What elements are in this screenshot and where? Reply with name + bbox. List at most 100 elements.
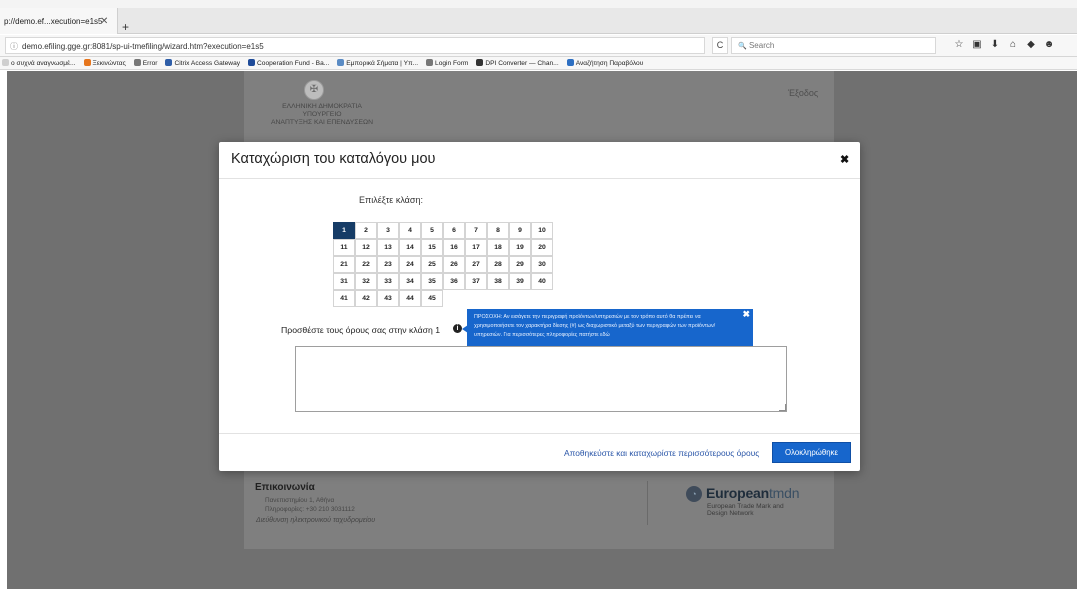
- bookmark-favicon-icon: [165, 59, 173, 66]
- new-tab-button[interactable]: +: [122, 21, 129, 33]
- class-cell-25[interactable]: 25: [421, 256, 443, 273]
- class-cell-23[interactable]: 23: [377, 256, 399, 273]
- site-info-icon[interactable]: ⓘ: [10, 42, 18, 51]
- modal-title: Καταχώριση του καταλόγου μου: [231, 151, 436, 167]
- bookmark-favicon-icon: [83, 59, 91, 66]
- choose-class-label: Επιλέξτε κλάση:: [359, 195, 423, 205]
- etmdn-subtitle: European Trade Mark and Design Network: [707, 503, 817, 517]
- home-icon[interactable]: ⌂: [1004, 39, 1022, 50]
- search-icon: 🔍: [738, 43, 747, 50]
- bookmarks-bar: ο συχνά αναγνωσμέ... Ξεκινώντας Error Citri…: [0, 57, 1077, 70]
- class-cell-39[interactable]: 39: [509, 273, 531, 290]
- account-icon[interactable]: ☻: [1040, 39, 1058, 50]
- pocket-icon[interactable]: ◆: [1022, 39, 1040, 50]
- info-icon[interactable]: i: [453, 324, 462, 333]
- class-cell-6[interactable]: 6: [443, 222, 465, 239]
- etmdn-subtitle-line: Design Network: [707, 510, 754, 517]
- bookmark-star-icon[interactable]: ☆: [950, 39, 968, 50]
- class-cell-12[interactable]: 12: [355, 239, 377, 256]
- contact-address: Πανεπιστημίου 1, Αθήνα: [265, 497, 335, 504]
- class-cell-44[interactable]: 44: [399, 290, 421, 307]
- class-cell-27[interactable]: 27: [465, 256, 487, 273]
- class-cell-29[interactable]: 29: [509, 256, 531, 273]
- browser-tab[interactable]: p://demo.ef...xecution=e1s5 ✕: [0, 8, 118, 34]
- class-cell-14[interactable]: 14: [399, 239, 421, 256]
- modal-header-divider: [219, 178, 860, 179]
- close-tab-icon[interactable]: ✕: [100, 16, 108, 27]
- class-cell-5[interactable]: 5: [421, 222, 443, 239]
- bookmark-item[interactable]: Error: [132, 59, 157, 67]
- bookmark-item[interactable]: Εμπορικά Σήματα | Υπ...: [335, 59, 418, 67]
- bookmark-item[interactable]: Citrix Access Gateway: [163, 59, 240, 67]
- class-cell-37[interactable]: 37: [465, 273, 487, 290]
- class-cell-2[interactable]: 2: [355, 222, 377, 239]
- class-cell-17[interactable]: 17: [465, 239, 487, 256]
- reload-button[interactable]: C: [712, 37, 728, 54]
- exit-link[interactable]: Έξοδος: [788, 88, 818, 98]
- class-cell-42[interactable]: 42: [355, 290, 377, 307]
- class-cell-30[interactable]: 30: [531, 256, 553, 273]
- close-icon[interactable]: ✖: [840, 153, 849, 166]
- modal-footer-divider: [219, 433, 860, 434]
- class-cell-28[interactable]: 28: [487, 256, 509, 273]
- class-cell-18[interactable]: 18: [487, 239, 509, 256]
- bookmark-label: DPI Converter — Chan...: [485, 60, 559, 67]
- class-cell-8[interactable]: 8: [487, 222, 509, 239]
- bookmark-item[interactable]: DPI Converter — Chan...: [474, 59, 559, 67]
- complete-button[interactable]: Ολοκληρώθηκε: [772, 442, 851, 463]
- bookmark-item[interactable]: ο συχνά αναγνωσμέ...: [0, 59, 76, 67]
- class-cell-7[interactable]: 7: [465, 222, 487, 239]
- tooltip-text: ΠΡΟΣΟΧΗ: Αν εισάγετε την περιγραφή προϊό…: [474, 314, 716, 338]
- class-cell-26[interactable]: 26: [443, 256, 465, 273]
- class-cell-24[interactable]: 24: [399, 256, 421, 273]
- contact-email-link[interactable]: Διεύθυνση ηλεκτρονικού ταχυδρομείου: [256, 517, 375, 524]
- class-cell-16[interactable]: 16: [443, 239, 465, 256]
- class-cell-22[interactable]: 22: [355, 256, 377, 273]
- save-and-add-more-link[interactable]: Αποθηκεύστε και καταχωρίστε περισσότερου…: [564, 448, 759, 458]
- bookmark-item[interactable]: Login Form: [424, 59, 468, 67]
- class-cell-31[interactable]: 31: [333, 273, 355, 290]
- ministry-line: ΥΠΟΥΡΓΕΙΟ: [302, 111, 342, 118]
- class-cell-40[interactable]: 40: [531, 273, 553, 290]
- terms-textarea[interactable]: [295, 346, 787, 412]
- bookmark-item[interactable]: Cooperation Fund - Ba...: [246, 59, 329, 67]
- class-cell-21[interactable]: 21: [333, 256, 355, 273]
- class-cell-19[interactable]: 19: [509, 239, 531, 256]
- class-cell-41[interactable]: 41: [333, 290, 355, 307]
- class-cell-36[interactable]: 36: [443, 273, 465, 290]
- ministry-header: ΕΛΛΗΝΙΚΗ ΔΗΜΟΚΡΑΤΙΑ ΥΠΟΥΡΓΕΙΟ ΑΝΑΠΤΥΞΗΣ …: [254, 103, 390, 127]
- class-cell-35[interactable]: 35: [421, 273, 443, 290]
- reading-list-icon[interactable]: ▣: [968, 39, 986, 50]
- class-cell-13[interactable]: 13: [377, 239, 399, 256]
- class-cell-38[interactable]: 38: [487, 273, 509, 290]
- download-icon[interactable]: ⬇: [986, 39, 1004, 50]
- class-cell-34[interactable]: 34: [399, 273, 421, 290]
- class-cell-33[interactable]: 33: [377, 273, 399, 290]
- class-cell-11[interactable]: 11: [333, 239, 355, 256]
- class-cell-9[interactable]: 9: [509, 222, 531, 239]
- class-list-modal: Καταχώριση του καταλόγου μου ✖ Επιλέξτε …: [219, 142, 860, 471]
- tooltip-close-icon[interactable]: ✖: [742, 310, 750, 319]
- bookmark-favicon-icon: [566, 59, 574, 66]
- class-cell-10[interactable]: 10: [531, 222, 553, 239]
- browser-search-input[interactable]: 🔍 Search: [731, 37, 936, 54]
- class-cell-4[interactable]: 4: [399, 222, 421, 239]
- class-cell-3[interactable]: 3: [377, 222, 399, 239]
- address-bar[interactable]: ⓘ demo.efiling.gge.gr:8081/sp-ui-tmefilin…: [5, 37, 705, 54]
- class-cell-1[interactable]: 1: [333, 222, 355, 239]
- bookmark-favicon-icon: [248, 59, 256, 66]
- etmdn-subtitle-line: European Trade Mark and: [707, 503, 784, 510]
- class-cell-20[interactable]: 20: [531, 239, 553, 256]
- info-tooltip: ΠΡΟΣΟΧΗ: Αν εισάγετε την περιγραφή προϊό…: [467, 309, 753, 350]
- etmdn-name-bold: European: [706, 485, 769, 501]
- bookmark-item[interactable]: Ξεκινώντας: [82, 59, 126, 67]
- textarea-resize-handle[interactable]: [779, 404, 786, 411]
- class-cell-15[interactable]: 15: [421, 239, 443, 256]
- bookmark-label: Login Form: [435, 60, 469, 67]
- class-cell-45[interactable]: 45: [421, 290, 443, 307]
- class-cell-43[interactable]: 43: [377, 290, 399, 307]
- etmdn-logo-icon: ◔: [686, 486, 702, 502]
- class-cell-32[interactable]: 32: [355, 273, 377, 290]
- bookmark-item[interactable]: Αναζήτηση Παραβόλου: [565, 59, 643, 67]
- toolbar-icons: ☆ ▣ ⬇ ⌂ ◆ ☻: [950, 39, 1058, 50]
